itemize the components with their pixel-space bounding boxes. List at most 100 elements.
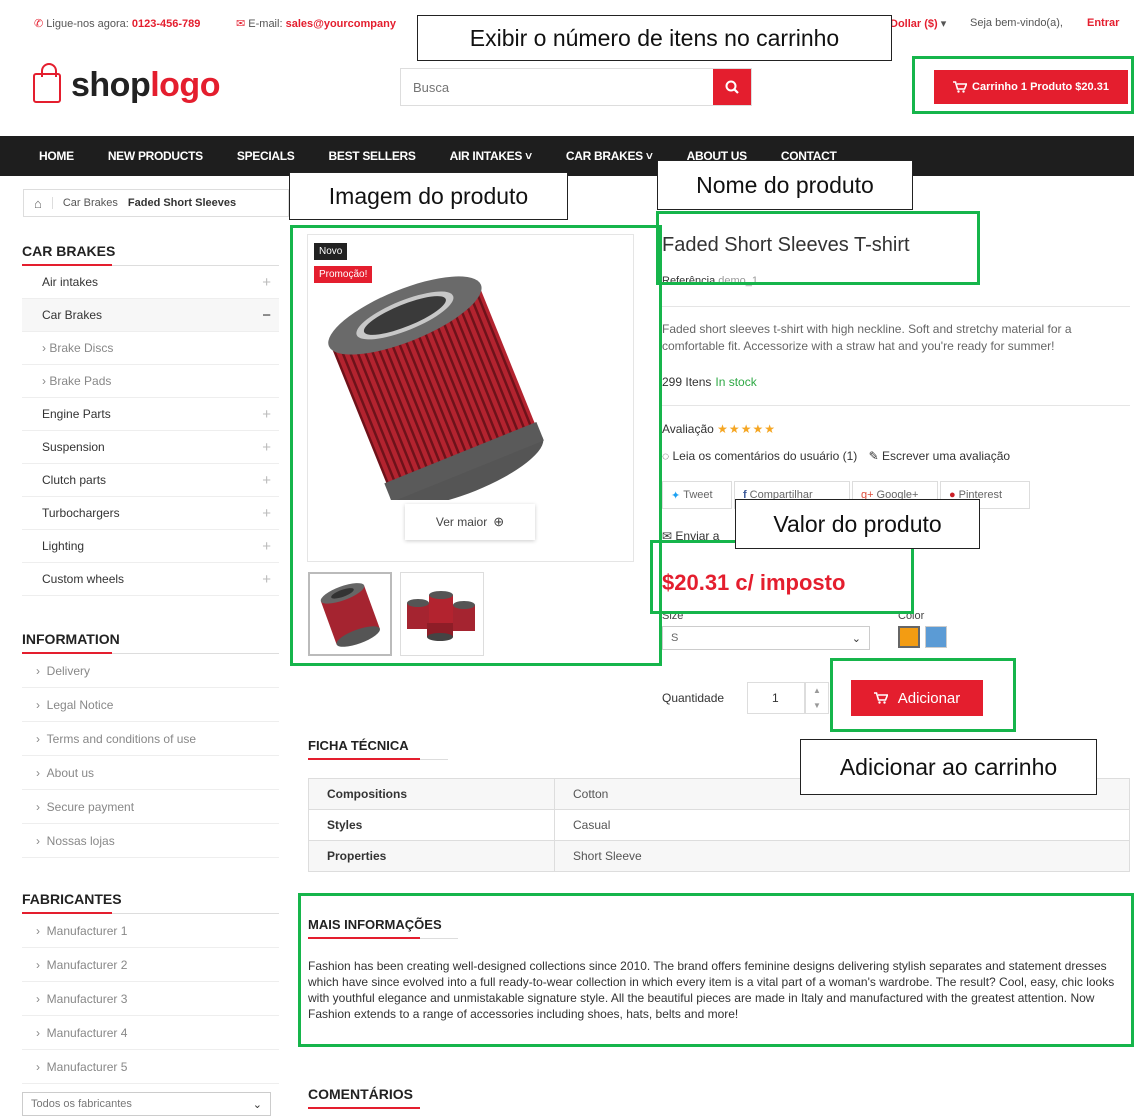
stock-count: 299 Itens <box>662 375 712 389</box>
rating: Avaliação ★★★★★ <box>662 422 776 436</box>
category-custom-wheels[interactable]: Custom wheels + <box>22 563 279 596</box>
chevron-down-icon[interactable]: ▼ <box>813 701 821 710</box>
category-brake-discs[interactable]: › Brake Discs <box>22 332 279 365</box>
spec-section-header: FICHA TÉCNICA <box>308 738 448 760</box>
manufacturer-select[interactable]: Todos os fabricantes ⌄ <box>22 1092 271 1116</box>
nav-home[interactable]: HOME <box>22 149 91 163</box>
size-select[interactable]: S ⌄ <box>662 626 870 650</box>
info-link-terms[interactable]: › Terms and conditions of use <box>22 722 279 756</box>
expand-icon[interactable]: + <box>262 505 271 522</box>
phone-number: 0123-456-789 <box>131 18 201 30</box>
category-suspension[interactable]: Suspension + <box>22 431 279 464</box>
collapse-icon[interactable]: − <box>262 307 271 324</box>
chevron-down-icon: ⌄ <box>252 1098 262 1111</box>
callout-product-name: Nome do produto <box>657 160 913 210</box>
currency-selector[interactable]: Dollar ($) ▾ <box>890 17 946 30</box>
category-list: Air intakes + Car Brakes − › Brake Discs ›… <box>22 266 279 596</box>
sidebar-title-information: INFORMATION <box>22 624 279 654</box>
annotation-box-more-info <box>298 893 1134 1047</box>
caret-down-icon: ▾ <box>940 18 947 30</box>
divider <box>662 306 1130 307</box>
annotation-box-price <box>650 540 914 614</box>
twitter-icon: ✦ <box>671 489 681 502</box>
quantity-input[interactable]: 1 <box>747 682 805 714</box>
comments-title: COMENTÁRIOS <box>308 1086 420 1109</box>
info-link-about-us[interactable]: › About us <box>22 756 279 790</box>
review-links: ◌ Leia os comentários do usuário (1) ✎ E… <box>662 449 1010 463</box>
phone-info: ✆ Ligue-nos agora: 0123-456-789 <box>34 17 200 30</box>
info-link-stores[interactable]: › Nossas lojas <box>22 824 279 858</box>
category-clutch-parts[interactable]: Clutch parts + <box>22 464 279 497</box>
chevron-down-icon: ⌄ <box>851 632 861 645</box>
search-icon <box>725 80 739 94</box>
table-row: Styles Casual <box>308 809 1130 841</box>
manufacturer-list: › Manufacturer 1 › Manufacturer 2 › Manu… <box>22 914 279 1084</box>
info-link-secure-payment[interactable]: › Secure payment <box>22 790 279 824</box>
search-button[interactable] <box>713 69 751 105</box>
chevron-up-icon[interactable]: ▲ <box>813 686 821 695</box>
search-input[interactable] <box>401 69 713 105</box>
pencil-icon: ✎ <box>868 449 879 463</box>
star-rating-icon: ★★★★★ <box>717 422 776 436</box>
sidebar: CAR BRAKES Air intakes + Car Brakes − › Br… <box>22 236 279 1116</box>
phone-icon: ✆ <box>34 18 44 30</box>
home-icon[interactable]: ⌂ <box>24 196 52 211</box>
expand-icon[interactable]: + <box>262 472 271 489</box>
expand-icon[interactable]: + <box>262 274 271 291</box>
phone-label: Ligue-nos agora: <box>46 18 129 30</box>
email-label: E-mail: <box>248 18 283 30</box>
stock-info: 299 Itens In stock <box>662 375 757 389</box>
comments-section-header: COMENTÁRIOS <box>308 1086 420 1109</box>
nav-air-intakes[interactable]: AIR INTAKES ˅ <box>433 149 549 163</box>
divider <box>662 405 1130 406</box>
manufacturer-link[interactable]: › Manufacturer 3 <box>22 982 279 1016</box>
email-link[interactable]: sales@yourcompany <box>286 18 396 30</box>
breadcrumb-item-car-brakes[interactable]: Car Brakes <box>51 197 128 209</box>
quantity-label: Quantidade <box>662 691 725 705</box>
annotation-box-add <box>830 658 1016 732</box>
manufacturer-link[interactable]: › Manufacturer 5 <box>22 1050 279 1084</box>
nav-car-brakes[interactable]: CAR BRAKES ˅ <box>549 149 670 163</box>
login-link[interactable]: Entrar <box>1087 17 1119 29</box>
read-comments-link[interactable]: Leia os comentários do usuário (1) <box>672 449 857 463</box>
annotation-box-cart <box>912 56 1134 114</box>
breadcrumb: ⌂ Car Brakes Faded Short Sleeves <box>23 189 289 217</box>
spec-title: FICHA TÉCNICA <box>308 738 448 760</box>
category-air-intakes[interactable]: Air intakes + <box>22 266 279 299</box>
logo-text-logo: logo <box>150 65 220 104</box>
annotation-box-image <box>290 225 662 666</box>
callout-add-to-cart: Adicionar ao carrinho <box>800 739 1097 795</box>
write-review-link[interactable]: Escrever uma avaliação <box>882 449 1010 463</box>
info-link-delivery[interactable]: › Delivery <box>22 654 279 688</box>
expand-icon[interactable]: + <box>262 406 271 423</box>
annotation-box-name <box>656 211 980 285</box>
manufacturer-link[interactable]: › Manufacturer 2 <box>22 948 279 982</box>
manufacturer-link[interactable]: › Manufacturer 1 <box>22 914 279 948</box>
manufacturer-link[interactable]: › Manufacturer 4 <box>22 1016 279 1050</box>
nav-best-sellers[interactable]: BEST SELLERS <box>312 149 433 163</box>
email-info: ✉ E-mail: sales@yourcompany <box>236 17 396 30</box>
category-engine-parts[interactable]: Engine Parts + <box>22 398 279 431</box>
expand-icon[interactable]: + <box>262 538 271 555</box>
info-link-legal-notice[interactable]: › Legal Notice <box>22 688 279 722</box>
breadcrumb-item-current: Faded Short Sleeves <box>127 197 237 209</box>
category-car-brakes[interactable]: Car Brakes − <box>22 299 279 332</box>
sidebar-title-manufacturers: FABRICANTES <box>22 884 279 914</box>
mail-icon: ✉ <box>236 18 246 30</box>
category-lighting[interactable]: Lighting + <box>22 530 279 563</box>
sidebar-title-car-brakes: CAR BRAKES <box>22 236 279 266</box>
color-swatch-blue[interactable] <box>925 626 947 648</box>
shop-logo[interactable]: shoplogo <box>33 60 220 110</box>
nav-new-products[interactable]: NEW PRODUCTS <box>91 149 220 163</box>
logo-text-shop: shop <box>71 65 151 104</box>
nav-specials[interactable]: SPECIALS <box>220 149 312 163</box>
stock-status: In stock <box>715 375 757 389</box>
expand-icon[interactable]: + <box>262 571 271 588</box>
quantity-stepper[interactable]: ▲ ▼ <box>805 682 829 714</box>
tweet-button[interactable]: ✦ Tweet <box>662 481 732 509</box>
callout-product-image: Imagem do produto <box>289 172 568 220</box>
color-swatch-orange[interactable] <box>898 626 920 648</box>
expand-icon[interactable]: + <box>262 439 271 456</box>
category-turbochargers[interactable]: Turbochargers + <box>22 497 279 530</box>
category-brake-pads[interactable]: › Brake Pads <box>22 365 279 398</box>
